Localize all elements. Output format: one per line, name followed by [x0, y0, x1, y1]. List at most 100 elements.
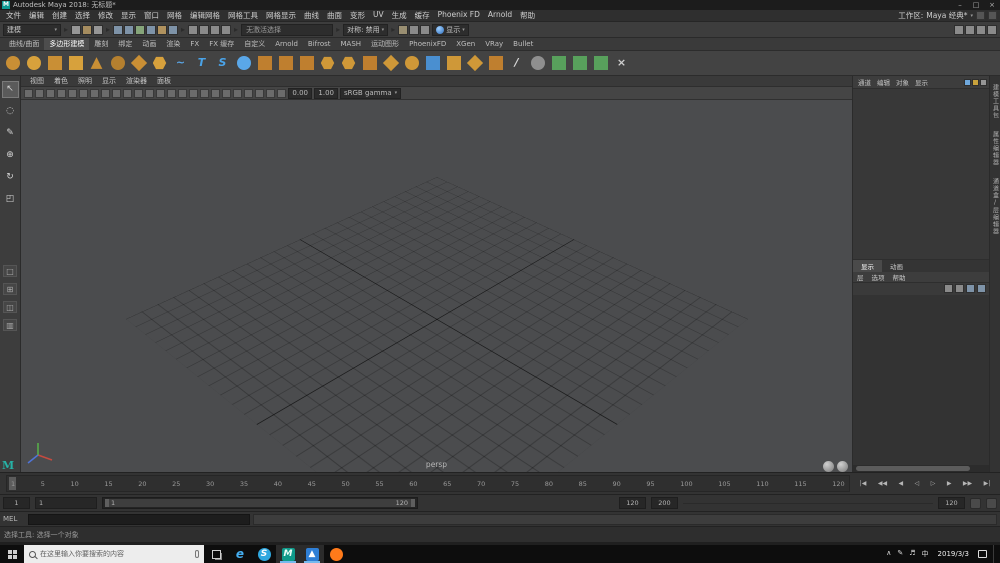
animation-end-field[interactable]: 200 [651, 497, 678, 509]
modeling-toolkit-toggle-icon[interactable] [987, 24, 997, 35]
menu-item[interactable]: 修改 [94, 10, 117, 21]
shelf-tab[interactable]: PhoenixFD [404, 39, 451, 49]
render-current-frame-icon[interactable] [398, 24, 409, 35]
shelf-tool-button[interactable] [235, 55, 252, 72]
shelf-tab[interactable]: 绑定 [113, 38, 137, 50]
shelf-tool-button[interactable] [151, 55, 168, 72]
ssao-icon[interactable] [233, 88, 242, 98]
scrollbar-thumb[interactable] [856, 466, 971, 471]
shelf-tab[interactable]: VRay [480, 39, 508, 49]
step-forward-frame-button[interactable]: ▶ [947, 480, 952, 487]
action-center-icon[interactable] [978, 550, 987, 558]
group-separator[interactable]: ▸ [105, 25, 111, 34]
playback-start-field[interactable]: 1 [35, 497, 97, 509]
select-camera-icon[interactable] [24, 88, 33, 98]
shelf-tool-button[interactable]: S [214, 55, 231, 72]
shelf-tool-button[interactable] [130, 54, 147, 72]
shelf-tab[interactable]: 雕刻 [89, 38, 113, 50]
shelf-tool-button[interactable]: ~ [172, 55, 189, 72]
sidebar-vertical-tab[interactable]: 通道盒/层编辑器 [991, 178, 1000, 235]
camera-attributes-icon[interactable] [46, 88, 55, 98]
menu-item[interactable]: 编辑 [25, 10, 48, 21]
microphone-icon[interactable] [195, 550, 199, 558]
start-button[interactable] [0, 545, 24, 563]
perspective-viewport[interactable]: persp [21, 100, 852, 472]
menu-set-selector[interactable]: 建模 ▾ [3, 23, 61, 36]
clock-date[interactable]: 2019/3/3 [935, 550, 972, 558]
shelf-tool-button[interactable] [340, 55, 357, 72]
symmetry-dropdown[interactable]: 对称: 禁用 ▾ [343, 23, 389, 36]
shelf-tab[interactable]: 曲线/曲面 [4, 38, 44, 50]
corner-sphere-icon[interactable] [823, 461, 834, 472]
sidebar-vertical-tab[interactable]: 建模工具包 [991, 84, 1000, 119]
isolate-select-icon[interactable] [277, 88, 286, 98]
menu-item[interactable]: 网格显示 [262, 10, 300, 21]
lasso-tool-icon[interactable]: ◌ [3, 104, 18, 119]
layout-outliner-pane-icon[interactable]: ▥ [3, 319, 17, 331]
menu-item[interactable]: 曲面 [323, 10, 346, 21]
workspace-pin-icon[interactable] [988, 11, 997, 20]
shelf-tab[interactable]: MASH [336, 39, 367, 49]
volume-icon[interactable]: ♬ [909, 549, 915, 559]
shelf-tool-button[interactable] [319, 55, 336, 72]
channel-box-menu-item[interactable]: 对象 [893, 77, 912, 87]
group-separator[interactable]: ▸ [335, 25, 341, 34]
layout-single-pane-icon[interactable]: □ [3, 265, 17, 277]
display-dropdown[interactable]: 显示 ▾ [432, 23, 469, 36]
channel-mode-icon[interactable] [972, 78, 979, 86]
pen-settings-icon[interactable]: ✎ [897, 549, 903, 559]
photos-app-icon[interactable]: ▲ [300, 545, 324, 563]
safe-action-icon[interactable] [156, 88, 165, 98]
playback-range[interactable] [105, 499, 411, 507]
panel-menu-item[interactable]: 视图 [25, 76, 49, 86]
exposure-field[interactable]: 0.00 [288, 87, 312, 99]
tray-expand-icon[interactable]: ∧ [886, 549, 891, 559]
add-empty-layer-icon[interactable] [966, 284, 975, 293]
selection-field[interactable]: 无激活选择 [241, 23, 334, 36]
minimize-button[interactable]: – [952, 0, 968, 10]
layer-editor-menu-item[interactable]: 选项 [868, 272, 889, 282]
workspace-options-icon[interactable] [976, 11, 985, 20]
shelf-tool-button[interactable] [67, 55, 84, 72]
attribute-editor-toggle-icon[interactable] [954, 24, 964, 35]
menu-item[interactable]: 曲线 [300, 10, 323, 21]
task-view-button[interactable] [204, 549, 228, 559]
channel-box-menu-item[interactable]: 显示 [912, 77, 931, 87]
shelf-tool-button[interactable] [88, 55, 105, 72]
gamma-field[interactable]: 1.00 [314, 87, 338, 99]
move-tool-icon[interactable]: ⊕ [3, 148, 18, 163]
menu-item[interactable]: 创建 [48, 10, 71, 21]
range-right-field[interactable]: 120 [938, 497, 965, 509]
shelf-tab[interactable]: 渲染 [161, 38, 185, 50]
sidebar-vertical-tab[interactable]: 属性编辑器 [991, 131, 1000, 166]
shelf-tool-button[interactable]: × [613, 55, 630, 72]
workspace-selector[interactable]: Maya 经典* [926, 10, 967, 21]
menu-item[interactable]: 网格 [163, 10, 186, 21]
menu-item[interactable]: 窗口 [140, 10, 163, 21]
panel-menu-item[interactable]: 渲染器 [121, 76, 152, 86]
ime-indicator[interactable]: 中 [922, 549, 929, 559]
panel-menu-item[interactable]: 着色 [49, 76, 73, 86]
shelf-tool-button[interactable] [361, 55, 378, 72]
tool-settings-toggle-icon[interactable] [965, 24, 975, 35]
ipr-render-icon[interactable] [409, 24, 420, 35]
group-separator[interactable]: ▸ [63, 25, 69, 34]
panel-menu-item[interactable]: 照明 [73, 76, 97, 86]
output-connections-icon[interactable] [199, 24, 210, 35]
show-desktop-button[interactable] [993, 545, 997, 563]
shelf-tool-button[interactable] [529, 55, 546, 72]
menu-item[interactable]: 选择 [71, 10, 94, 21]
snap-to-projected-center-icon[interactable] [146, 24, 157, 35]
play-forwards-button[interactable]: ▷ [931, 480, 936, 487]
menu-item[interactable]: 帮助 [516, 10, 539, 21]
go-to-end-button[interactable]: ▶| [984, 480, 991, 487]
group-separator[interactable]: ▸ [180, 25, 186, 34]
layout-four-pane-icon[interactable]: ⊞ [3, 283, 17, 295]
image-plane-icon[interactable] [68, 88, 77, 98]
layer-editor-tab[interactable]: 动画 [882, 260, 911, 272]
lights-icon[interactable] [211, 88, 220, 98]
channel-list-area[interactable] [853, 88, 989, 260]
menu-item[interactable]: 网格工具 [224, 10, 262, 21]
shelf-tab[interactable]: FX 缓存 [204, 38, 239, 50]
skype-icon[interactable]: S [252, 545, 276, 563]
